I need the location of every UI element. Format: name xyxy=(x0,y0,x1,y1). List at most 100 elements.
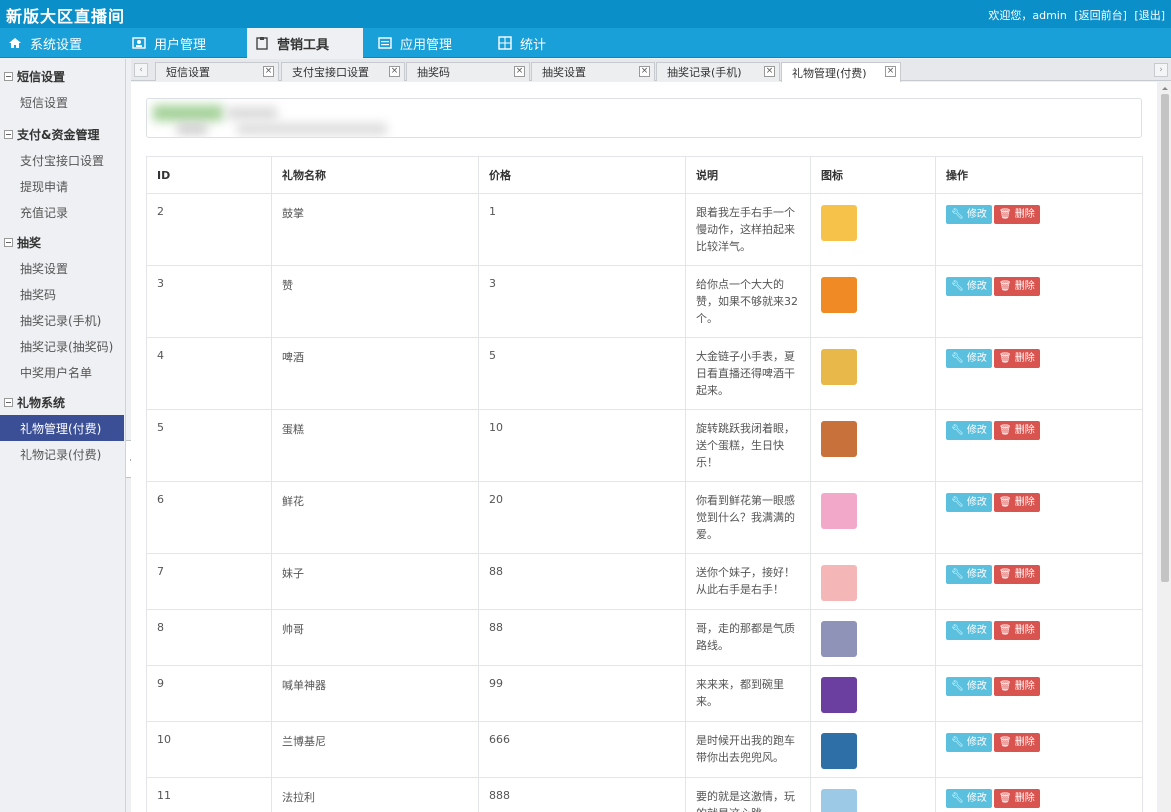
grid-chart-icon xyxy=(498,36,512,50)
close-icon[interactable]: × xyxy=(885,66,896,77)
gift-image xyxy=(821,349,857,385)
delete-button[interactable]: 🗑︎ 删除 xyxy=(993,421,1040,440)
cell-icon xyxy=(810,553,936,610)
gift-image xyxy=(821,565,857,601)
tab-alipay-settings[interactable]: 支付宝接口设置 × xyxy=(281,62,405,81)
tab-lottery-code[interactable]: 抽奖码 × xyxy=(406,62,530,81)
edit-button[interactable]: 🔧︎ 修改 xyxy=(946,421,992,440)
sidebar-item-lottery-code[interactable]: 抽奖码 xyxy=(0,281,125,307)
close-icon[interactable]: × xyxy=(263,66,274,77)
tab-scroll-left[interactable]: ‹ xyxy=(134,63,148,77)
delete-button[interactable]: 🗑︎ 删除 xyxy=(993,621,1040,640)
sidebar-item-alipay-settings[interactable]: 支付宝接口设置 xyxy=(0,147,125,173)
scrollbar-thumb[interactable] xyxy=(1161,94,1169,582)
sidebar-item-winners[interactable]: 中奖用户名单 xyxy=(0,359,125,385)
sidebar-item-lottery-record-code[interactable]: 抽奖记录(抽奖码) xyxy=(0,333,125,359)
tab-lottery-record-phone[interactable]: 抽奖记录(手机) × xyxy=(656,62,780,81)
tab-sms-settings[interactable]: 短信设置 × xyxy=(155,62,279,81)
trash-icon: 🗑︎ xyxy=(998,625,1012,636)
trash-icon: 🗑︎ xyxy=(998,353,1012,364)
cell-desc: 来来来，都到碗里来。 xyxy=(685,665,811,722)
blurred-banner xyxy=(146,98,1142,138)
close-icon[interactable]: × xyxy=(639,66,650,77)
nav-label: 用户管理 xyxy=(154,37,207,53)
edit-button[interactable]: 🔧︎ 修改 xyxy=(946,733,992,752)
cell-icon xyxy=(810,265,936,338)
front-link[interactable]: [返回前台] xyxy=(1074,9,1127,22)
top-header: 新版大区直播间 欢迎您，admin [返回前台] [退出] xyxy=(0,0,1171,28)
trash-icon: 🗑︎ xyxy=(998,209,1012,220)
logout-link[interactable]: [退出] xyxy=(1134,9,1165,22)
scroll-up-icon[interactable] xyxy=(1162,84,1168,90)
sidebar-group-sms[interactable]: 短信设置 xyxy=(0,63,125,89)
wrench-icon: 🔧︎ xyxy=(951,793,964,804)
edit-button[interactable]: 🔧︎ 修改 xyxy=(946,621,992,640)
table-row: 3 赞 3 给你点一个大大的赞，如果不够就来32个。 🔧︎ 修改 🗑︎ 删除 xyxy=(146,265,1143,338)
edit-button[interactable]: 🔧︎ 修改 xyxy=(946,205,992,224)
cell-id: 2 xyxy=(146,193,272,266)
delete-button[interactable]: 🗑︎ 删除 xyxy=(993,493,1040,512)
close-icon[interactable]: × xyxy=(514,66,525,77)
sidebar-item-sms-settings[interactable]: 短信设置 xyxy=(0,89,125,115)
edit-button[interactable]: 🔧︎ 修改 xyxy=(946,493,992,512)
edit-button[interactable]: 🔧︎ 修改 xyxy=(946,677,992,696)
cell-price: 666 xyxy=(478,721,686,778)
blurred-logo xyxy=(153,105,223,121)
sidebar-group-lottery[interactable]: 抽奖 xyxy=(0,229,125,255)
edit-button[interactable]: 🔧︎ 修改 xyxy=(946,565,992,584)
nav-user-management[interactable]: 用户管理 xyxy=(124,28,239,58)
table-row: 4 啤酒 5 大金链子小手表，夏日看直播还得啤酒干起来。 🔧︎ 修改 🗑︎ 删除 xyxy=(146,337,1143,410)
delete-button[interactable]: 🗑︎ 删除 xyxy=(993,733,1040,752)
cell-name: 鲜花 xyxy=(271,481,479,554)
delete-button[interactable]: 🗑︎ 删除 xyxy=(993,205,1040,224)
close-icon[interactable]: × xyxy=(389,66,400,77)
edit-button[interactable]: 🔧︎ 修改 xyxy=(946,789,992,808)
sidebar-item-gift-records[interactable]: 礼物记录(付费) xyxy=(0,441,125,467)
tab-lottery-settings[interactable]: 抽奖设置 × xyxy=(531,62,655,81)
tab-strip: ‹ 短信设置 × 支付宝接口设置 × 抽奖码 × 抽奖设置 × 抽奖记录(手机) × 礼物… xyxy=(131,59,1171,82)
wrench-icon: 🔧︎ xyxy=(951,737,964,748)
cell-name: 妹子 xyxy=(271,553,479,610)
edit-button[interactable]: 🔧︎ 修改 xyxy=(946,349,992,368)
delete-button[interactable]: 🗑︎ 删除 xyxy=(993,277,1040,296)
cell-desc: 哥，走的那都是气质路线。 xyxy=(685,609,811,666)
close-icon[interactable]: × xyxy=(764,66,775,77)
cell-icon xyxy=(810,777,936,812)
gift-image xyxy=(821,789,857,812)
cell-icon xyxy=(810,409,936,482)
nav-statistics[interactable]: 统计 xyxy=(490,28,600,58)
sidebar-item-recharge[interactable]: 充值记录 xyxy=(0,199,125,225)
sidebar-item-lottery-settings[interactable]: 抽奖设置 xyxy=(0,255,125,281)
gift-image xyxy=(821,621,857,657)
nav-app-management[interactable]: 应用管理 xyxy=(370,28,485,58)
cell-name: 鼓掌 xyxy=(271,193,479,266)
tab-scroll-right[interactable]: › xyxy=(1154,63,1168,77)
content-scrollbar[interactable] xyxy=(1159,82,1171,812)
table-row: 5 蛋糕 10 旋转跳跃我闭着眼，送个蛋糕，生日快乐！ 🔧︎ 修改 🗑︎ 删除 xyxy=(146,409,1143,482)
nav-label: 营销工具 xyxy=(277,37,330,53)
sidebar-item-withdraw[interactable]: 提现申请 xyxy=(0,173,125,199)
delete-button[interactable]: 🗑︎ 删除 xyxy=(993,349,1040,368)
nav-label: 统计 xyxy=(520,37,547,53)
delete-button[interactable]: 🗑︎ 删除 xyxy=(993,677,1040,696)
cell-actions: 🔧︎ 修改 🗑︎ 删除 xyxy=(935,777,1143,812)
cell-price: 5 xyxy=(478,337,686,410)
nav-marketing-tools[interactable]: 营销工具 xyxy=(247,28,363,58)
cell-actions: 🔧︎ 修改 🗑︎ 删除 xyxy=(935,553,1143,610)
gift-image xyxy=(821,493,857,529)
nav-system-settings[interactable]: 系统设置 xyxy=(0,28,115,58)
sidebar-item-gift-management[interactable]: 礼物管理(付费) xyxy=(0,415,124,441)
delete-button[interactable]: 🗑︎ 删除 xyxy=(993,565,1040,584)
cell-name: 喊单神器 xyxy=(271,665,479,722)
edit-button[interactable]: 🔧︎ 修改 xyxy=(946,277,992,296)
cell-actions: 🔧︎ 修改 🗑︎ 删除 xyxy=(935,193,1143,266)
tab-gift-management[interactable]: 礼物管理(付费) × xyxy=(781,62,901,82)
sidebar-item-lottery-record-phone[interactable]: 抽奖记录(手机) xyxy=(0,307,125,333)
col-header-desc: 说明 xyxy=(685,156,811,194)
delete-button[interactable]: 🗑︎ 删除 xyxy=(993,789,1040,808)
cell-actions: 🔧︎ 修改 🗑︎ 删除 xyxy=(935,265,1143,338)
cell-icon xyxy=(810,609,936,666)
sidebar-group-payment[interactable]: 支付&资金管理 xyxy=(0,121,125,147)
cell-id: 6 xyxy=(146,481,272,554)
sidebar-group-gifts[interactable]: 礼物系统 xyxy=(0,389,125,415)
